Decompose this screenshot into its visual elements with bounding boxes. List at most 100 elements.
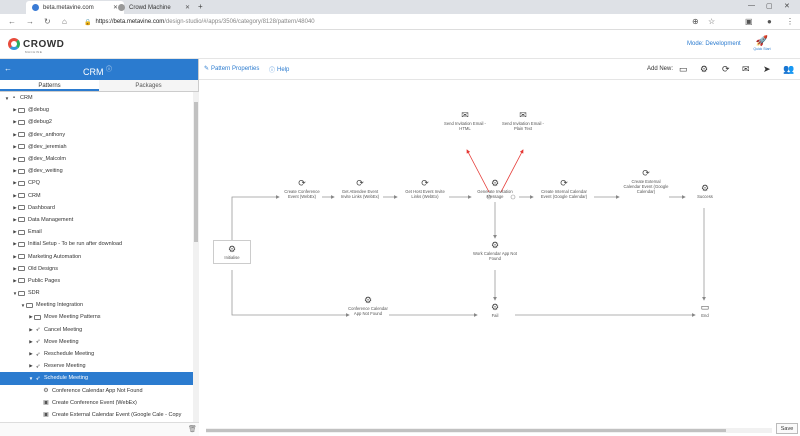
extension-icon[interactable]: ▣ [745,17,753,26]
tree-item[interactable]: ▶ CPQ [0,177,193,189]
node-label: Success [697,194,713,199]
close-tab-icon[interactable]: ✕ [185,4,190,11]
tree-item[interactable]: ▼ ➶ Schedule Meeting [0,372,193,385]
tree-item[interactable]: ▶ @debug2 [0,116,193,128]
tree-item[interactable]: ▶ @dev_anthony [0,129,193,141]
node-label: Create Internal Calendar Event (Google C… [540,189,588,200]
tree-item[interactable]: ▶ ➶ Move Meeting [0,336,193,348]
node-send-email-html[interactable]: ✉ Send Invitation Email - HTML [442,110,488,131]
tree-item[interactable]: ▶ Email [0,226,193,238]
pattern-explorer-panel: ← CRM ⓘ Patterns Packages ▼ ▪ CRM ▶ @debug ▶ @… [0,59,199,436]
tree-item[interactable]: ▶ ➶ Cancel Meeting [0,324,193,336]
envelope-icon[interactable]: ✉ [742,64,750,75]
menu-dots-icon[interactable]: ⋮ [786,17,794,26]
logo-sub: MACHINE [25,50,43,54]
node-send-email-plain[interactable]: ✉ Send Invitation Email - Plain Text [500,110,546,131]
tree-item[interactable]: ▼ Meeting Integration [0,299,193,311]
browser-tabstrip: beta.metavine.com ✕ Crowd Machine ✕ + — … [0,0,800,14]
tree-item[interactable]: ▼ SDR [0,287,193,299]
home-icon[interactable]: ⌂ [62,17,67,26]
trash-icon[interactable]: 🗑 [188,425,197,433]
node-label: Send Invitation Email - HTML [444,121,486,132]
tree-item[interactable]: ▶ Public Pages [0,275,193,287]
node-initialise[interactable]: ⚙ Initialise [213,240,251,265]
help-button[interactable]: ⓘ Help [269,65,290,75]
node-work-calendar-not-found[interactable]: ⚙ Work Calendar App Not Found [472,240,518,261]
tab-packages[interactable]: Packages [99,80,198,91]
node-create-conference-event[interactable]: ⟳ Create Conference Event (WebEx) [279,178,325,199]
gears-icon: ⚙ [363,295,373,305]
send-icon[interactable]: ➤ [763,64,771,75]
folder-icon [18,156,25,162]
maximize-button[interactable]: ▢ [766,2,773,10]
scrollbar-thumb[interactable] [206,429,726,432]
tree-item[interactable]: ▣ Create External Calendar Event (Google … [0,409,193,421]
save-button[interactable]: Save [776,423,798,434]
step-icon: ▣ [43,400,49,407]
new-tab-button[interactable]: + [198,2,203,11]
close-window-button[interactable]: ✕ [784,2,790,10]
gears-icon[interactable]: ⚙ [700,64,708,75]
app-header: CROWD MACHINE Mode: Development 🚀 Quick … [0,30,800,59]
canvas-horizontal-scrollbar[interactable] [206,428,772,433]
folder-icon [18,266,25,272]
back-arrow-icon[interactable]: ← [4,64,12,73]
tree-item[interactable]: ▶ @dev_weiting [0,165,193,177]
tree-item[interactable]: ▶ Dashboard [0,202,193,214]
tree-item[interactable]: ▶ @dev_jeremiah [0,141,193,153]
sync-icon[interactable]: ⟳ [722,64,730,75]
pattern-tree: ▼ ▪ CRM ▶ @debug ▶ @debug2 ▶ @dev_anthony ▶ @dev_j… [0,92,193,422]
tab-patterns[interactable]: Patterns [0,80,99,91]
node-label: Create Conference Event (WebEx) [284,189,320,200]
tree-item[interactable]: ▶ @dev_Malcolm [0,153,193,165]
tree-item[interactable]: ▶ Marketing Automation [0,250,193,262]
node-conference-calendar-not-found[interactable]: ⚙ Conference Calendar App Not Found [345,295,391,316]
sync-icon: ⟳ [642,168,650,178]
minimize-button[interactable]: — [748,2,755,9]
scrollbar-thumb[interactable] [194,102,198,242]
tree-item[interactable]: ▣ Create Conference Event (WebEx) [0,397,193,409]
add-new-label: Add New: [647,66,674,72]
crowd-machine-logo[interactable]: CROWD MACHINE [8,38,64,54]
node-fail[interactable]: ⚙ Fail [472,302,518,318]
tree-item[interactable]: ▶ Data Management [0,214,193,226]
info-icon[interactable]: ⓘ [106,67,112,73]
tree-item[interactable]: ▶ @debug [0,104,193,116]
browser-tab-metavine[interactable]: beta.metavine.com ✕ [26,1,124,14]
help-label: Help [277,66,290,73]
panel-header: ← CRM ⓘ [0,59,198,80]
folder-icon [18,180,25,186]
pattern-properties-button[interactable]: ✎ Pattern Properties [204,65,259,73]
tree-item[interactable]: ▶ ➶ Reschedule Meeting [0,348,193,360]
pattern-icon: ➶ [35,363,41,370]
url-field[interactable]: 🔒 https://beta.metavine.com /design-stud… [84,16,724,28]
pattern-icon: ➶ [35,375,41,382]
tree-item[interactable]: ▶ CRM [0,190,193,202]
users-icon[interactable]: 👥 [783,64,794,75]
monitor-icon[interactable]: ▭ [679,64,688,75]
forward-arrow-icon[interactable]: → [26,17,34,26]
node-create-external-calendar[interactable]: ⟳ Create External Calendar Event (Google… [623,168,669,195]
pattern-canvas[interactable]: ⚙ Initialise ⟳ Create Conference Event (… [199,80,800,425]
node-create-internal-calendar[interactable]: ⟳ Create Internal Calendar Event (Google… [538,178,590,199]
reload-icon[interactable]: ↻ [44,17,51,26]
tree-item[interactable]: ▶ Old Designs [0,263,193,275]
folder-icon [18,132,25,138]
node-generate-invitation[interactable]: ⚙ Generate Invitation Message [472,178,518,199]
mode-indicator[interactable]: Mode: Development [687,41,741,47]
tree-item[interactable]: ▶ ➶ Reserve Meeting [0,360,193,372]
tree-item[interactable]: ▶ Move Meeting Patterns [0,311,193,323]
profile-icon[interactable]: ● [767,17,772,26]
tree-item[interactable]: ⚙ Conference Calendar App Not Found [0,385,193,397]
browser-tab-crowd-machine[interactable]: Crowd Machine ✕ [112,1,196,14]
node-get-attendee-links[interactable]: ⟳ Get Attendee Event Invite Links (WebEx… [337,178,383,199]
quick-start-button[interactable]: 🚀 Quick Start [753,36,771,51]
node-get-host-links[interactable]: ⟳ Get Host Event Invite Links (WebEx) [402,178,448,199]
bookmark-star-icon[interactable]: ☆ [708,17,715,26]
back-arrow-icon[interactable]: ← [8,17,16,26]
tree-item[interactable]: ▶ Initial Setup - To be run after downloa… [0,238,193,250]
node-end[interactable]: ▭ End [682,302,728,318]
node-success[interactable]: ⚙ Success [682,183,728,199]
tree-item[interactable]: ▼ ▪ CRM [0,92,193,104]
zoom-icon[interactable]: ⊕ [692,17,699,26]
